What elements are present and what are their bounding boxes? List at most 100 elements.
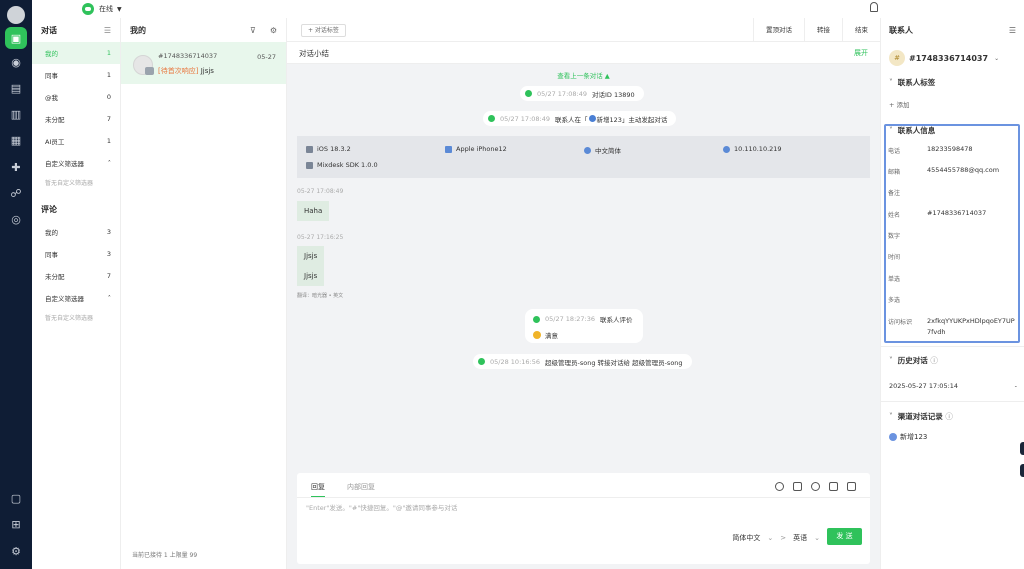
settings-icon[interactable]: ⚙: [5, 540, 27, 562]
channel-item[interactable]: 新增123: [889, 432, 927, 442]
nav-label: 自定义筛选器: [45, 295, 84, 303]
field-label: 访问标识: [888, 319, 913, 326]
tab-reply[interactable]: 回复: [311, 482, 325, 498]
nav-custom-filter[interactable]: 自定义筛选器 ˄: [32, 152, 120, 174]
floating-handle[interactable]: [1020, 464, 1024, 477]
contact-identity: # #1748336714037 ⌄: [889, 50, 999, 66]
menu-icon[interactable]: ☰: [104, 26, 111, 35]
source-language-select[interactable]: 简体中文: [732, 533, 760, 543]
name-value[interactable]: #1748336714037: [927, 209, 1017, 217]
chevron-down-icon[interactable]: ⌄: [994, 55, 999, 62]
stats-nav-icon[interactable]: ▦: [5, 129, 27, 151]
nav-item-ai[interactable]: AI员工 1: [32, 130, 120, 152]
system-icon: [525, 90, 532, 97]
nav-comment-unassigned[interactable]: 未分配 7: [32, 265, 120, 287]
send-button[interactable]: 发 送: [827, 528, 862, 545]
section-title: 联系人标签: [897, 78, 936, 87]
system-time: 05/27 17:08:49: [500, 114, 550, 123]
list-footer: 当前已接待 1 上限量 99: [132, 552, 198, 559]
nav-custom-filter-2[interactable]: 自定义筛选器 ˄: [32, 287, 120, 309]
thumbs-up-icon[interactable]: [847, 482, 856, 491]
system-message: 05/27 17:08:49 对话ID 13890: [520, 86, 644, 101]
email-value[interactable]: 4554455788@qq.com: [927, 166, 1017, 174]
end-button[interactable]: 结束: [842, 18, 880, 42]
pin-button[interactable]: 置顶对话: [753, 18, 804, 42]
visitor-id-value[interactable]: 2xfkqYYUKPxHDlpqoEY7UP7fvdh: [927, 316, 1017, 338]
translation-note[interactable]: 翻译：暗光器 • 英文: [297, 292, 343, 299]
message-nav-icon[interactable]: ▤: [5, 77, 27, 99]
nav-item-colleague[interactable]: 同事 1: [32, 64, 120, 86]
transfer-button[interactable]: 转接: [804, 18, 842, 42]
compose-box: 回复 内部回复 "Enter"发送。"#"快捷回复。"@"邀请同事参与对话 简体…: [297, 473, 870, 564]
flow-nav-icon[interactable]: ☍: [5, 182, 27, 204]
apps-nav-icon[interactable]: ⊞: [5, 513, 27, 535]
system-icon: [488, 115, 495, 122]
message-line: Jjsjs: [304, 272, 318, 280]
chat-nav-icon[interactable]: ▣: [5, 27, 27, 49]
nav-item-mention[interactable]: @我 0: [32, 86, 120, 108]
gear-icon[interactable]: ⚙: [270, 26, 277, 35]
bell-icon[interactable]: [870, 2, 878, 12]
online-status[interactable]: 在线 ▼: [82, 3, 122, 15]
nav-comment-colleague[interactable]: 同事 3: [32, 243, 120, 265]
video-icon[interactable]: [811, 482, 820, 491]
field-label: 数字: [888, 233, 901, 240]
info-icon: ⓘ: [945, 412, 953, 421]
nav-label: 我的: [45, 50, 58, 58]
chat-area: + 对话标签 置顶对话 转接 结束 对话小结 展开 查看上一条对话 ▲ 05/2…: [287, 18, 880, 569]
channel-section-header[interactable]: ˅ 渠道对话记录 ⓘ: [889, 411, 953, 422]
message-timestamp: 05-27 17:16:25: [297, 234, 344, 241]
network-icon: [723, 145, 730, 153]
add-ticket-nav-icon[interactable]: ✚: [5, 156, 27, 178]
tags-section-header[interactable]: ˅ 联系人标签: [889, 77, 935, 88]
folder-icon[interactable]: [829, 482, 838, 491]
conversation-nav: 对话 ☰ 我的 1 同事 1 @我 0 未分配 7 AI员工 1 自定义筛选器 ˄ 暂无自定…: [32, 18, 121, 569]
tab-internal-reply[interactable]: 内部回复: [347, 482, 375, 498]
phone-value[interactable]: 18233598478: [927, 145, 1017, 153]
section-title: 历史对话: [897, 356, 928, 365]
field-label: 时间: [888, 254, 901, 261]
card-text: Jjsjs: [200, 67, 214, 75]
nav-comment-mine[interactable]: 我的 3: [32, 221, 120, 243]
contact-card-nav-icon[interactable]: ▥: [5, 103, 27, 125]
message-line: Jjsjs: [304, 252, 318, 260]
conversation-card[interactable]: #1748336714037 05-27 [待首次响应] Jjsjs: [121, 42, 286, 84]
system-message: 05/27 17:08:49 联系人在「 新增123 」主动发起对话: [483, 111, 677, 126]
nav-item-mine[interactable]: 我的 1: [32, 42, 120, 64]
field-label: 邮箱: [888, 169, 901, 176]
previous-conversation-link[interactable]: 查看上一条对话 ▲: [287, 70, 880, 80]
list-menu-icon[interactable]: ☰: [1009, 26, 1016, 35]
emoji-icon[interactable]: [775, 482, 784, 491]
add-tag-link[interactable]: + 添加: [889, 99, 910, 109]
target-language-select[interactable]: 英语: [793, 533, 807, 543]
filter-icon[interactable]: ⊽: [250, 26, 256, 35]
nav-item-unassigned[interactable]: 未分配 7: [32, 108, 120, 130]
history-item[interactable]: 2025-05-27 17:05:14 -: [889, 382, 1017, 390]
collapse-icon: ˅: [889, 78, 893, 87]
chevron-down-icon: ⌄: [767, 534, 774, 542]
conv-section-title: 对话: [41, 25, 57, 35]
user-avatar[interactable]: [7, 6, 25, 24]
target-nav-icon[interactable]: ◎: [5, 208, 27, 230]
nav-label: @我: [45, 94, 58, 102]
add-tag-button[interactable]: + 对话标签: [301, 24, 346, 37]
bag-nav-icon[interactable]: ▢: [5, 487, 27, 509]
contact-id: #1748336714037: [909, 53, 989, 63]
compose-divider: [297, 497, 870, 498]
summary-expand-link[interactable]: 展开: [854, 48, 868, 58]
nav-count: 3: [106, 228, 111, 236]
system-icon: [478, 358, 485, 365]
image-icon[interactable]: [793, 482, 802, 491]
status-label: 在线: [99, 5, 113, 13]
message-bubble: Jjsjs Jjsjs: [297, 246, 325, 286]
field-label: 单选: [888, 276, 901, 283]
history-section-header[interactable]: ˅ 历史对话 ⓘ: [889, 355, 938, 366]
whatsapp-nav-icon[interactable]: ◉: [5, 51, 27, 73]
info-section-header[interactable]: ˅ 联系人信息: [889, 125, 935, 136]
collapse-icon: ˅: [889, 412, 893, 421]
sdk-value: Mixdesk SDK 1.0.0: [317, 161, 378, 169]
floating-handle[interactable]: [1020, 442, 1024, 455]
list-header: 我的 ⊽ ⚙: [121, 18, 286, 42]
system-text-pre: 联系人在「: [555, 115, 588, 124]
message-input[interactable]: "Enter"发送。"#"快捷回复。"@"邀请同事参与对话: [306, 502, 457, 512]
